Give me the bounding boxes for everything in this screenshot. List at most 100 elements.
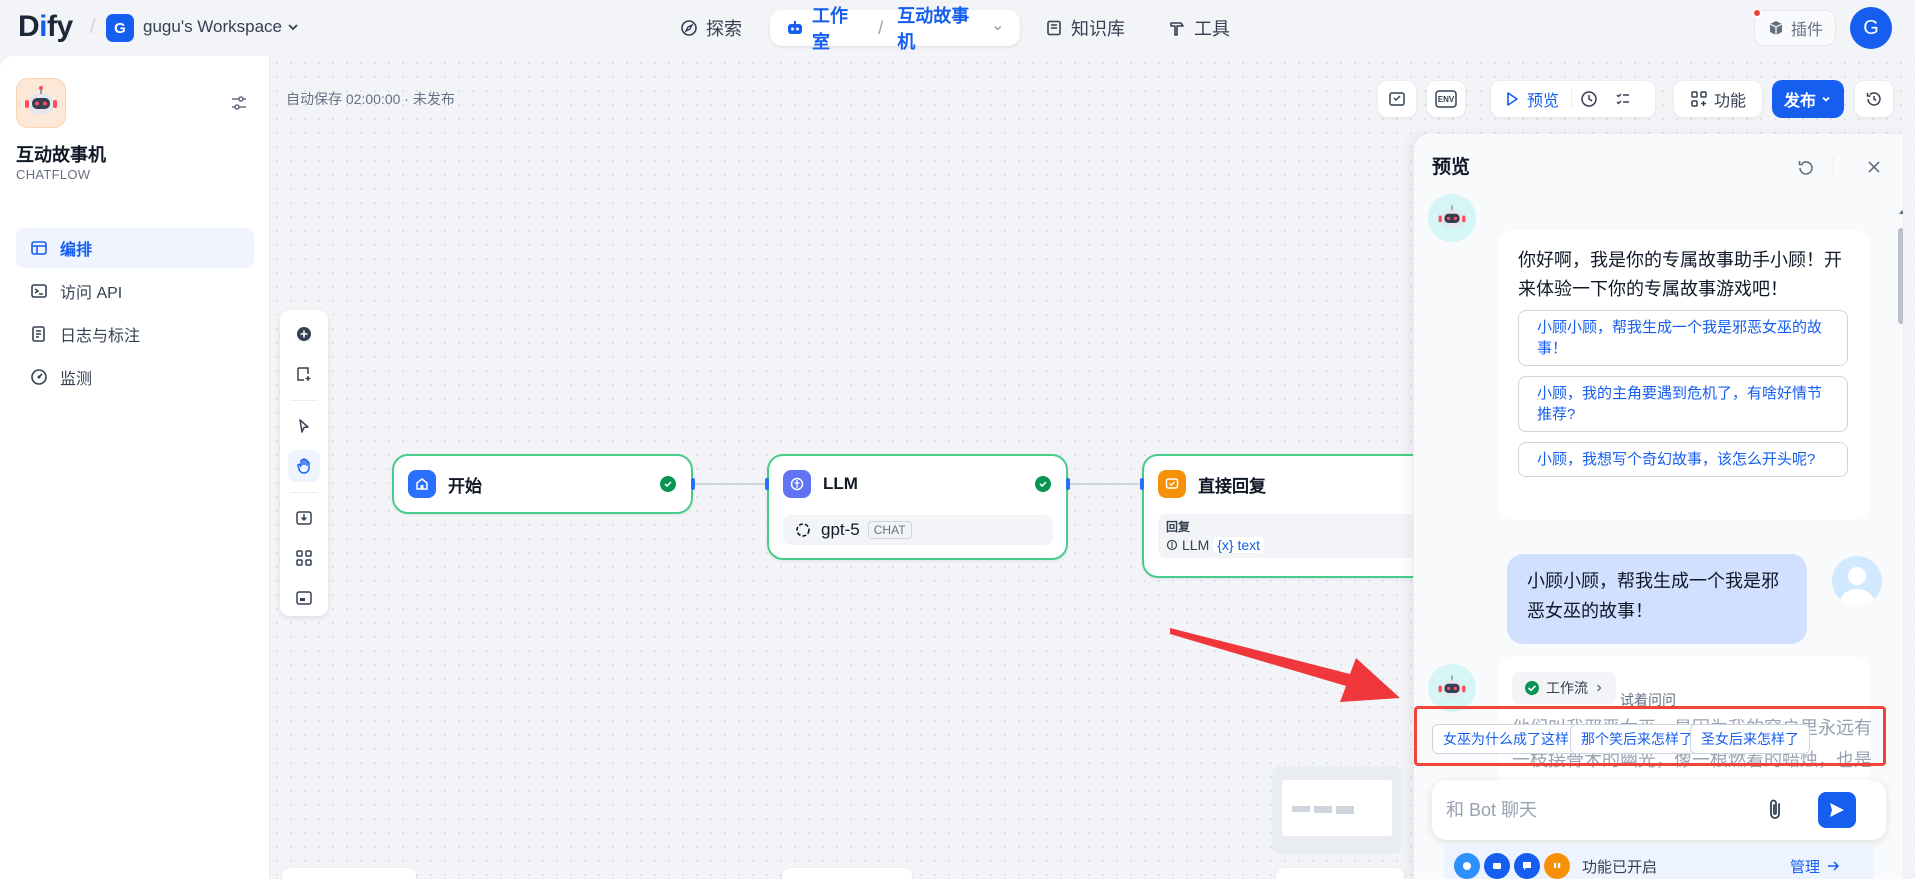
folder-upload-icon — [1484, 853, 1510, 879]
minimap-toggle-button[interactable] — [288, 582, 320, 614]
nav-explore-label: 探索 — [706, 19, 742, 39]
minimap-node — [1292, 806, 1310, 812]
send-button[interactable] — [1818, 792, 1856, 828]
terminal-icon — [31, 284, 47, 298]
sidebar-item-logs[interactable]: 日志与标注 — [16, 314, 254, 354]
chat-input[interactable] — [1446, 794, 1756, 826]
undo-redo-toolbar[interactable] — [282, 868, 416, 879]
node-answer[interactable]: 直接回复 回复 LLM {x} text — [1140, 454, 1442, 578]
input-port[interactable] — [1140, 478, 1144, 490]
nav-explore[interactable]: 探索 — [680, 10, 742, 46]
layout-grid-icon — [296, 550, 312, 566]
manage-features-link[interactable]: 管理 — [1790, 846, 1840, 879]
env-button[interactable]: ENV — [1427, 81, 1465, 117]
plugins-button[interactable]: 插件 — [1754, 10, 1836, 46]
speech-icon — [1454, 853, 1480, 879]
workspace-badge[interactable]: G — [106, 14, 134, 42]
pointer-mode-button[interactable] — [288, 410, 320, 442]
opening-question[interactable]: 小顾，我的主角要遇到危机了，有啥好情节推荐? — [1518, 376, 1848, 432]
output-port[interactable] — [691, 478, 695, 490]
variable-chip: {x} text — [1213, 537, 1265, 553]
model-mode-badge: CHAT — [867, 521, 912, 539]
features-button[interactable]: 功能 — [1674, 81, 1762, 117]
suggested-question[interactable]: 女巫为什么成了这样 — [1432, 724, 1580, 754]
answer-section-label: 回复 — [1166, 520, 1191, 534]
app-name: 互动故事机 — [16, 145, 106, 165]
layout-icon — [31, 241, 47, 255]
history-clock-icon — [1581, 91, 1597, 107]
robot-icon — [1438, 675, 1466, 698]
sidebar-item-api[interactable]: 访问 API — [16, 271, 254, 311]
robot-icon — [788, 21, 802, 34]
preview-button[interactable]: 预览 — [1491, 81, 1571, 117]
sidebar-item-monitor[interactable]: 监测 — [16, 357, 254, 397]
checklist-list-button[interactable] — [1606, 81, 1640, 117]
checklist-button[interactable] — [1378, 81, 1416, 117]
user-avatar[interactable]: G — [1850, 7, 1892, 49]
suggested-question[interactable]: 那个笑后来怎样了 — [1570, 724, 1704, 754]
play-icon — [1507, 92, 1518, 106]
run-history-button[interactable] — [1572, 81, 1606, 117]
dify-logo[interactable]: Dify — [18, 10, 73, 44]
features-label: 功能 — [1713, 93, 1746, 110]
minimap-node — [1336, 806, 1354, 814]
add-node-button[interactable] — [288, 318, 320, 350]
refresh-icon[interactable] — [1796, 158, 1816, 178]
node-header: LLM — [783, 470, 858, 498]
tools-divider — [290, 492, 318, 493]
edge-start-llm — [694, 483, 766, 485]
person-icon — [1840, 567, 1874, 606]
sidebar-item-orchestrate[interactable]: 编排 — [16, 228, 254, 268]
sliders-icon[interactable] — [228, 92, 250, 114]
paperclip-icon[interactable] — [1762, 796, 1790, 824]
add-note-button[interactable] — [288, 358, 320, 390]
sidebar-item-label: 访问 API — [60, 285, 123, 302]
export-image-button[interactable] — [288, 502, 320, 534]
node-llm[interactable]: LLM gpt-5 CHAT — [765, 454, 1070, 560]
minimap[interactable] — [1272, 766, 1402, 854]
opening-question[interactable]: 小顾小顾，帮我生成一个我是邪恶女巫的故事！ — [1518, 310, 1848, 366]
input-port[interactable] — [765, 478, 769, 490]
scrollbar-thumb[interactable] — [1898, 228, 1903, 324]
output-port[interactable] — [1066, 478, 1070, 490]
variable-name: text — [1237, 537, 1261, 553]
node-title: 开始 — [448, 476, 482, 496]
tools-divider — [290, 400, 318, 401]
node-start[interactable]: 开始 — [392, 454, 695, 514]
minimap-icon — [296, 591, 312, 605]
node-header: 直接回复 — [1158, 470, 1266, 498]
close-icon[interactable] — [1866, 159, 1882, 175]
scroll-up-icon[interactable] — [1898, 208, 1903, 216]
workflow-process-tag[interactable]: 工作流 — [1512, 672, 1616, 704]
dashboard-icon — [31, 369, 47, 385]
chevron-down-icon — [994, 26, 1002, 31]
nav-knowledge[interactable]: 知识库 — [1045, 10, 1125, 46]
workspace-switcher[interactable]: gugu's Workspace — [143, 17, 300, 37]
zoom-controls[interactable] — [1276, 868, 1404, 879]
organize-nodes-button[interactable] — [288, 542, 320, 574]
sidebar-item-label: 编排 — [60, 242, 93, 259]
publish-button[interactable]: 发布 — [1772, 80, 1844, 118]
current-app-name[interactable]: 互动故事机 — [897, 2, 984, 54]
run-controls-toolbar[interactable] — [782, 868, 912, 879]
manage-label: 管理 — [1790, 858, 1821, 876]
user-avatar — [1832, 556, 1882, 606]
check-circle-icon — [660, 476, 676, 492]
send-icon — [1830, 803, 1844, 817]
canvas-tools — [280, 310, 328, 616]
workflow-tag-label: 工作流 — [1546, 680, 1588, 696]
breadcrumb-slash: / — [90, 16, 96, 38]
app-sidebar: 互动故事机 CHATFLOW 编排 访问 API 日志与标注 监测 — [0, 56, 270, 879]
user-message-bubble: 小顾小顾，帮我生成一个我是邪恶女巫的故事！ — [1507, 554, 1807, 644]
suggested-question[interactable]: 圣女后来怎样了 — [1690, 724, 1810, 754]
annotation-arrow-icon — [1170, 628, 1400, 702]
arrow-right-icon — [1828, 861, 1840, 871]
hand-mode-button[interactable] — [288, 450, 320, 482]
nav-studio[interactable]: 工作室 / 互动故事机 — [770, 6, 1020, 52]
opening-question[interactable]: 小顾，我想写个奇幻故事，该怎么开头呢? — [1518, 442, 1848, 477]
version-history-button[interactable] — [1855, 81, 1893, 117]
nav-tools[interactable]: 工具 — [1168, 10, 1230, 46]
sidebar-item-label: 日志与标注 — [60, 328, 141, 345]
preview-panel: 预览 你好啊，我是你的专属故事助手小顾！开来体验一下你的专属故事游戏吧！ 小顾小… — [1413, 134, 1903, 879]
model-selector[interactable]: gpt-5 CHAT — [783, 515, 1053, 545]
